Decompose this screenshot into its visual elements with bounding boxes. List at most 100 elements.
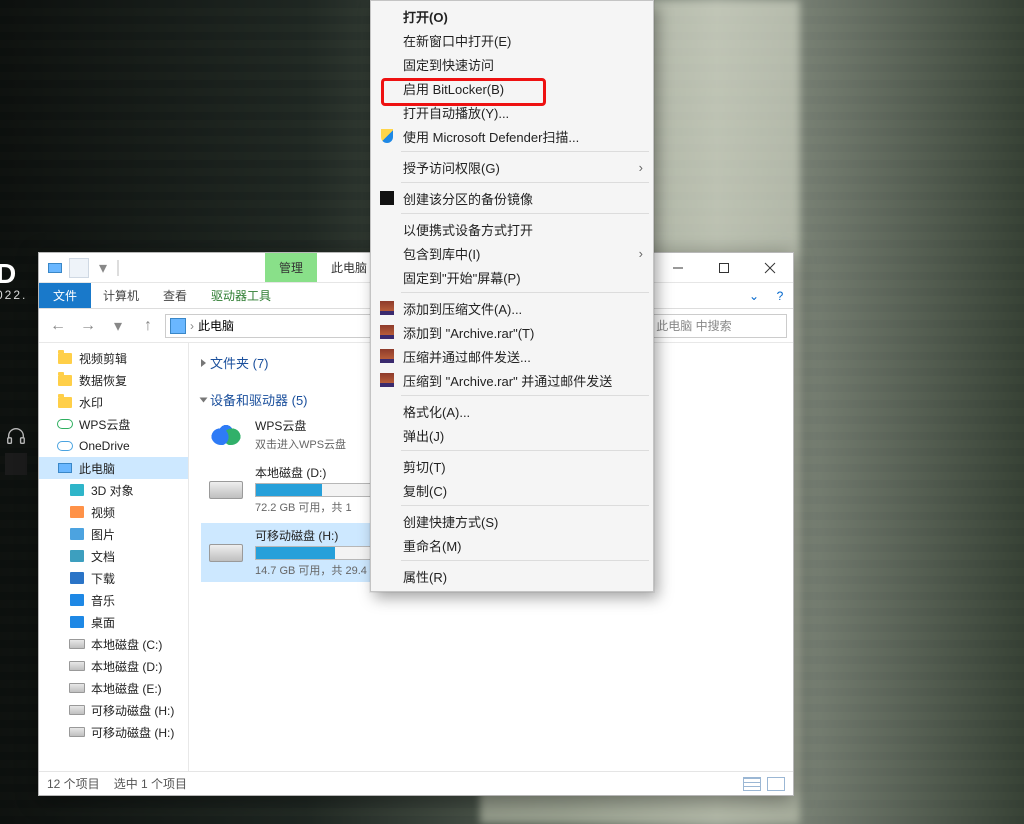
sidebar-item[interactable]: 3D 对象 [39,479,188,501]
ribbon-file-tab[interactable]: 文件 [39,283,91,308]
menu-item[interactable]: 属性(R) [373,564,651,588]
nav-history-button[interactable]: ▾ [105,313,131,339]
menu-item[interactable]: 弹出(J) [373,423,651,447]
taskbar-square-icon[interactable] [5,453,27,475]
view-details-button[interactable] [743,777,761,791]
menu-item-label: 启用 BitLocker(B) [403,79,504,98]
menu-item[interactable]: 添加到 "Archive.rar"(T) [373,320,651,344]
caret-icon [200,397,208,402]
contextual-tab-manage[interactable]: 管理 [265,253,317,282]
menu-item[interactable]: 固定到"开始"屏幕(P) [373,265,651,289]
sidebar-item-label: 3D 对象 [91,482,134,499]
qat-item[interactable] [69,258,89,278]
sidebar-item[interactable]: 本地磁盘 (C:) [39,633,188,655]
sidebar-item[interactable]: 桌面 [39,611,188,633]
menu-item[interactable]: 压缩并通过邮件发送... [373,344,651,368]
menu-separator [401,292,649,293]
menu-item[interactable]: 剪切(T) [373,454,651,478]
qat-separator [117,260,119,276]
menu-item-label: 授予访问权限(G) [403,158,500,177]
sidebar-item[interactable]: 水印 [39,391,188,413]
ribbon-expand-button[interactable]: ⌄ [741,283,767,308]
status-selection: 选中 1 个项目 [114,775,187,792]
menu-item-label: 以便携式设备方式打开 [403,220,533,239]
sidebar-item-label: OneDrive [79,439,130,453]
menu-item[interactable]: 打开(O) [373,4,651,28]
sidebar-item-label: 本地磁盘 (E:) [91,680,162,697]
menu-item[interactable]: 创建快捷方式(S) [373,509,651,533]
menu-item[interactable]: 压缩到 "Archive.rar" 并通过邮件发送 [373,368,651,392]
menu-item-label: 弹出(J) [403,426,444,445]
menu-item[interactable]: 以便携式设备方式打开 [373,217,651,241]
sidebar-item-label: 视频 [91,504,115,521]
sidebar-item[interactable]: 本地磁盘 (E:) [39,677,188,699]
close-button[interactable] [747,253,793,283]
menu-item[interactable]: 授予访问权限(G) › [373,155,651,179]
menu-item[interactable]: 包含到库中(I)› [373,241,651,265]
sidebar-item[interactable]: WPS云盘 [39,413,188,435]
sidebar-item-label: 此电脑 [79,460,115,477]
menu-item-label: 格式化(A)... [403,402,470,421]
menu-item-label: 属性(R) [403,567,447,586]
sidebar-item-label: 可移动磁盘 (H:) [91,702,174,719]
minimize-button[interactable] [655,253,701,283]
drive-icon [207,476,245,504]
search-placeholder: 在 此电脑 中搜索 [641,317,732,334]
qat-dropdown[interactable]: ▾ [93,258,113,278]
menu-item[interactable]: 在新窗口中打开(E) [373,28,651,52]
sidebar-item[interactable]: 可移动磁盘 (H:) [39,699,188,721]
menu-item[interactable]: 固定到快速访问 [373,52,651,76]
sidebar-item[interactable]: 文档 [39,545,188,567]
sidebar-item-label: 音乐 [91,592,115,609]
sidebar-item-label: 水印 [79,394,103,411]
nav-forward-button[interactable]: → [75,313,101,339]
archive-icon [379,324,395,340]
help-button[interactable]: ? [767,283,793,308]
sidebar-item[interactable]: OneDrive [39,435,188,457]
nav-up-button[interactable]: ↑ [135,313,161,339]
menu-item[interactable]: 启用 BitLocker(B) [373,76,651,100]
menu-item[interactable]: 复制(C) [373,478,651,502]
wps-cloud-icon [57,416,73,432]
menu-item[interactable]: 格式化(A)... [373,399,651,423]
quick-access-toolbar: ▾ [39,258,125,278]
app-icon [45,258,65,278]
menu-item[interactable]: 打开自动播放(Y)... [373,100,651,124]
sidebar-item[interactable]: 数据恢复 [39,369,188,391]
sidebar-item[interactable]: 可移动磁盘 (H:) [39,721,188,743]
maximize-button[interactable] [701,253,747,283]
menu-item[interactable]: 创建该分区的备份镜像 [373,186,651,210]
ribbon-view-tab[interactable]: 查看 [151,283,199,308]
desk-icon [69,614,85,630]
menu-separator [401,182,649,183]
menu-item-label: 压缩到 "Archive.rar" 并通过邮件发送 [403,371,612,390]
sidebar-item[interactable]: 此电脑 [39,457,188,479]
ribbon-computer-tab[interactable]: 计算机 [91,283,151,308]
archive-icon [379,300,395,316]
folder-icon [57,394,73,410]
drive-subtitle: 双击进入WPS云盘 [255,436,346,452]
ribbon-drive-tools-tab[interactable]: 驱动器工具 [199,283,283,308]
onedrive-icon [57,438,73,454]
sidebar-item[interactable]: 本地磁盘 (D:) [39,655,188,677]
view-large-icons-button[interactable] [767,777,785,791]
menu-item[interactable]: 使用 Microsoft Defender扫描... [373,124,651,148]
sidebar-item[interactable]: 视频 [39,501,188,523]
sidebar-item[interactable]: 下载 [39,567,188,589]
sidebar-item[interactable]: 视频剪辑 [39,347,188,369]
headphones-icon[interactable] [5,425,27,447]
status-item-count: 12 个项目 [47,775,100,792]
sidebar-item[interactable]: 音乐 [39,589,188,611]
menu-item-label: 复制(C) [403,481,447,500]
nav-back-button[interactable]: ← [45,313,71,339]
sidebar-item[interactable]: 图片 [39,523,188,545]
context-menu: 打开(O)在新窗口中打开(E)固定到快速访问启用 BitLocker(B) 打开自… [370,0,654,592]
sidebar-item-label: 视频剪辑 [79,350,127,367]
menu-separator [401,450,649,451]
sidebar-item-label: 数据恢复 [79,372,127,389]
submenu-arrow-icon: › [639,160,643,175]
menu-item[interactable]: 添加到压缩文件(A)... [373,296,651,320]
menu-item[interactable]: 重命名(M) [373,533,651,557]
breadcrumb-current[interactable]: 此电脑 [198,317,234,334]
sidebar-item-label: 文档 [91,548,115,565]
